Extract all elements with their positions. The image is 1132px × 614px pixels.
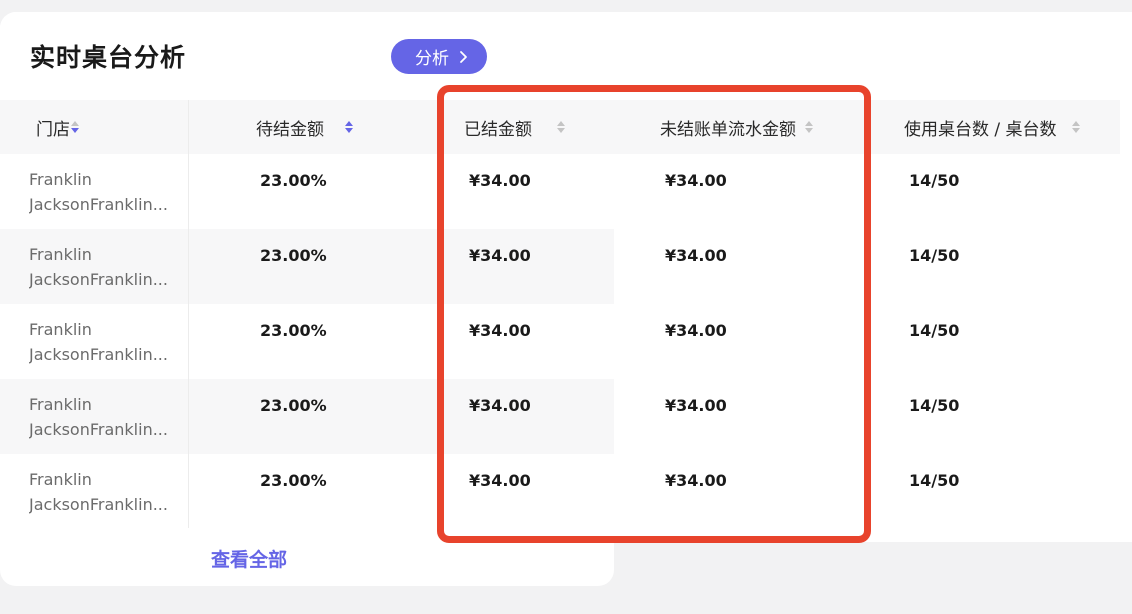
settled-amount-cell: ¥34.00 <box>469 321 531 340</box>
store-name-line: JacksonFranklin... <box>29 195 168 214</box>
column-header-store[interactable]: 门店 <box>36 100 80 154</box>
store-cell[interactable]: Franklin JacksonFranklin... <box>29 317 184 367</box>
unsettled-flow-cell: ¥34.00 <box>665 396 727 415</box>
unsettled-flow-cell: ¥34.00 <box>665 321 727 340</box>
column-header-label: 使用桌台数 / 桌台数 <box>904 119 1057 140</box>
store-name-line: Franklin <box>29 245 92 264</box>
store-cell[interactable]: Franklin JacksonFranklin... <box>29 392 184 442</box>
card-right-area <box>614 12 1132 542</box>
pending-amount-cell: 23.00% <box>260 321 327 340</box>
sort-icon[interactable] <box>1071 118 1081 136</box>
settled-amount-cell: ¥34.00 <box>469 171 531 190</box>
analyze-button[interactable]: 分析 <box>391 39 487 74</box>
store-name-line: Franklin <box>29 320 92 339</box>
pending-amount-cell: 23.00% <box>260 396 327 415</box>
column-header-label: 待结金额 <box>256 119 324 140</box>
column-header-settled[interactable]: 已结金额 <box>464 100 566 154</box>
chevron-right-icon <box>460 50 467 63</box>
store-name-line: JacksonFranklin... <box>29 345 168 364</box>
column-header-pending[interactable]: 待结金额 <box>256 100 354 154</box>
store-cell[interactable]: Franklin JacksonFranklin... <box>29 467 184 517</box>
tables-cell: 14/50 <box>909 321 960 340</box>
unsettled-flow-cell: ¥34.00 <box>665 171 727 190</box>
store-name-line: JacksonFranklin... <box>29 270 168 289</box>
view-all-link[interactable]: 查看全部 <box>211 545 287 572</box>
column-header-tables[interactable]: 使用桌台数 / 桌台数 <box>904 100 1081 154</box>
column-header-unsettled-flow[interactable]: 未结账单流水金额 <box>660 100 814 154</box>
tables-cell: 14/50 <box>909 171 960 190</box>
store-cell[interactable]: Franklin JacksonFranklin... <box>29 167 184 217</box>
column-divider <box>188 100 189 528</box>
sort-icon[interactable] <box>804 118 814 136</box>
pending-amount-cell: 23.00% <box>260 246 327 265</box>
column-header-label: 未结账单流水金额 <box>660 119 796 140</box>
sort-icon[interactable] <box>70 118 80 136</box>
pending-amount-cell: 23.00% <box>260 171 327 190</box>
tables-cell: 14/50 <box>909 396 960 415</box>
unsettled-flow-cell: ¥34.00 <box>665 246 727 265</box>
settled-amount-cell: ¥34.00 <box>469 246 531 265</box>
settled-amount-cell: ¥34.00 <box>469 471 531 490</box>
settled-amount-cell: ¥34.00 <box>469 396 531 415</box>
card-title: 实时桌台分析 <box>30 43 187 72</box>
store-name-line: Franklin <box>29 470 92 489</box>
column-header-label: 已结金额 <box>464 119 532 140</box>
store-name-line: Franklin <box>29 395 92 414</box>
sort-icon[interactable] <box>344 118 354 136</box>
store-name-line: JacksonFranklin... <box>29 495 168 514</box>
pending-amount-cell: 23.00% <box>260 471 327 490</box>
column-header-label: 门店 <box>36 119 70 140</box>
analyze-button-label: 分析 <box>415 49 449 69</box>
store-name-line: Franklin <box>29 170 92 189</box>
unsettled-flow-cell: ¥34.00 <box>665 471 727 490</box>
tables-cell: 14/50 <box>909 246 960 265</box>
store-name-line: JacksonFranklin... <box>29 420 168 439</box>
tables-cell: 14/50 <box>909 471 960 490</box>
store-cell[interactable]: Franklin JacksonFranklin... <box>29 242 184 292</box>
sort-icon[interactable] <box>556 118 566 136</box>
